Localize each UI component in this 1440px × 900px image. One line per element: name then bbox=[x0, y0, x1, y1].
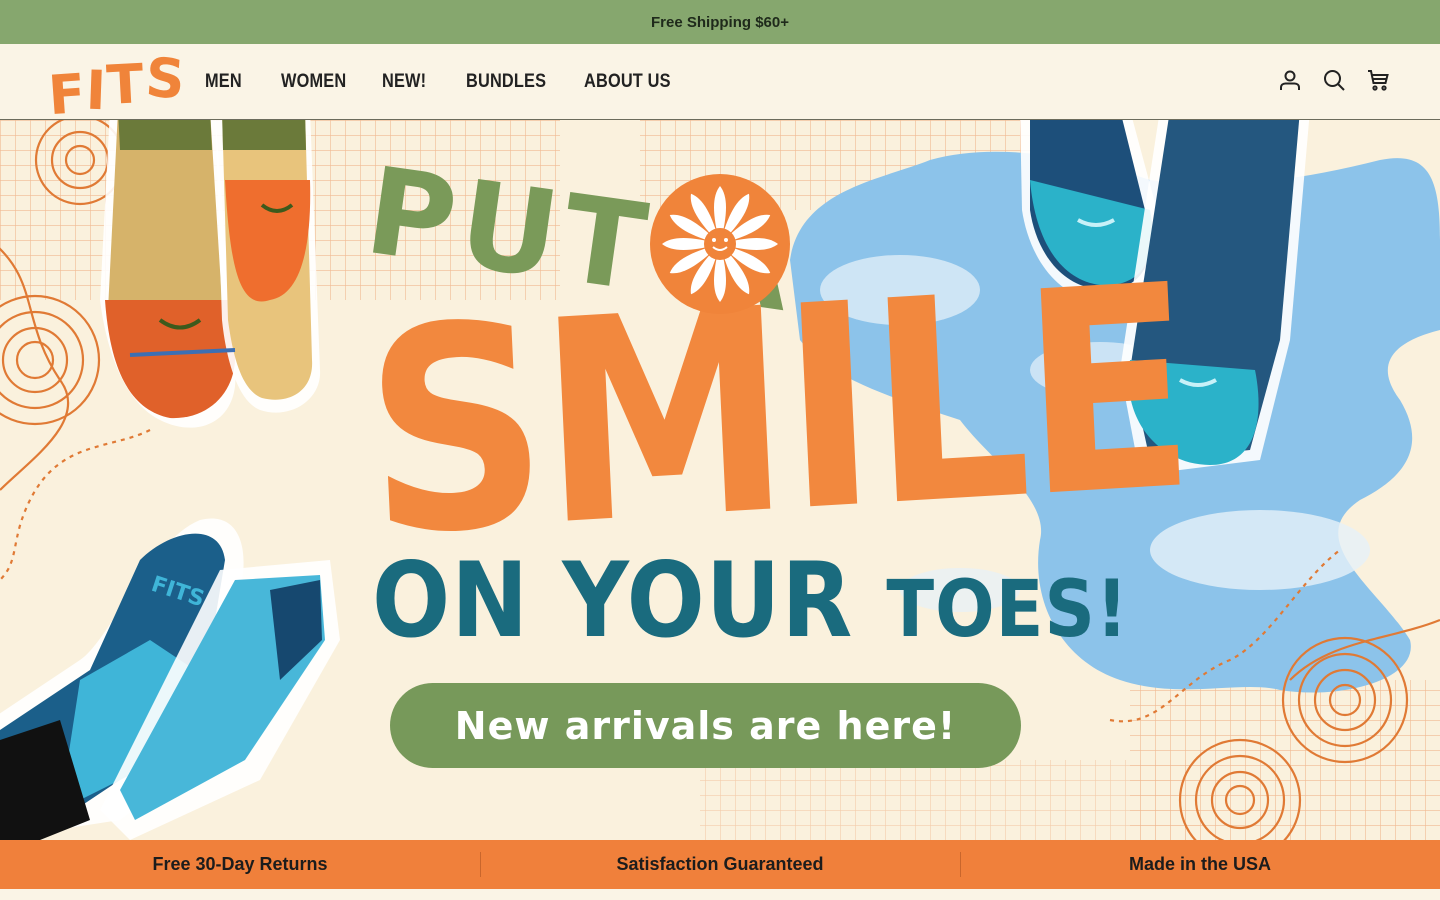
logo-letter: F bbox=[46, 61, 89, 128]
page-bottom-strip bbox=[0, 889, 1440, 900]
socks-bottom-left: FITS bbox=[0, 518, 340, 840]
announcement-text: Free Shipping $60+ bbox=[651, 13, 789, 31]
benefit-made-in-usa: Made in the USA bbox=[960, 840, 1440, 889]
new-arrivals-button[interactable]: New arrivals are here! bbox=[390, 683, 1021, 768]
nav-women[interactable]: WOMEN bbox=[281, 71, 346, 93]
site-header: F I T S MEN WOMEN NEW! BUNDLES ABOUT US bbox=[0, 44, 1440, 128]
benefit-returns: Free 30-Day Returns bbox=[152, 854, 328, 874]
benefit-satisfaction: Satisfaction Guaranteed bbox=[480, 840, 960, 889]
nav-about-us[interactable]: ABOUT US bbox=[584, 71, 671, 93]
socks-top-left bbox=[100, 120, 321, 428]
announcement-bar: Free Shipping $60+ bbox=[0, 0, 1440, 44]
hero-banner[interactable]: FITS PUT A SMILE ON YOUR TOES! New arriv… bbox=[0, 120, 1440, 840]
nav-bundles[interactable]: BUNDLES bbox=[466, 71, 546, 93]
main-nav: MEN WOMEN NEW! BUNDLES ABOUT US bbox=[205, 44, 677, 120]
nav-new[interactable]: NEW! bbox=[382, 71, 426, 93]
search-icon[interactable] bbox=[1322, 68, 1346, 92]
logo-letter: T bbox=[105, 52, 147, 117]
logo-letter: I bbox=[84, 58, 109, 123]
header-icons bbox=[1278, 68, 1390, 92]
cart-icon[interactable] bbox=[1366, 68, 1390, 92]
nav-men[interactable]: MEN bbox=[205, 71, 242, 93]
fits-logo[interactable]: F I T S bbox=[46, 45, 188, 128]
smiley-sun-logo[interactable] bbox=[650, 174, 790, 314]
benefits-bar: Free 30-Day Returns Satisfaction Guarant… bbox=[0, 840, 1440, 889]
logo-letter: S bbox=[143, 45, 188, 112]
account-icon[interactable] bbox=[1278, 68, 1302, 92]
